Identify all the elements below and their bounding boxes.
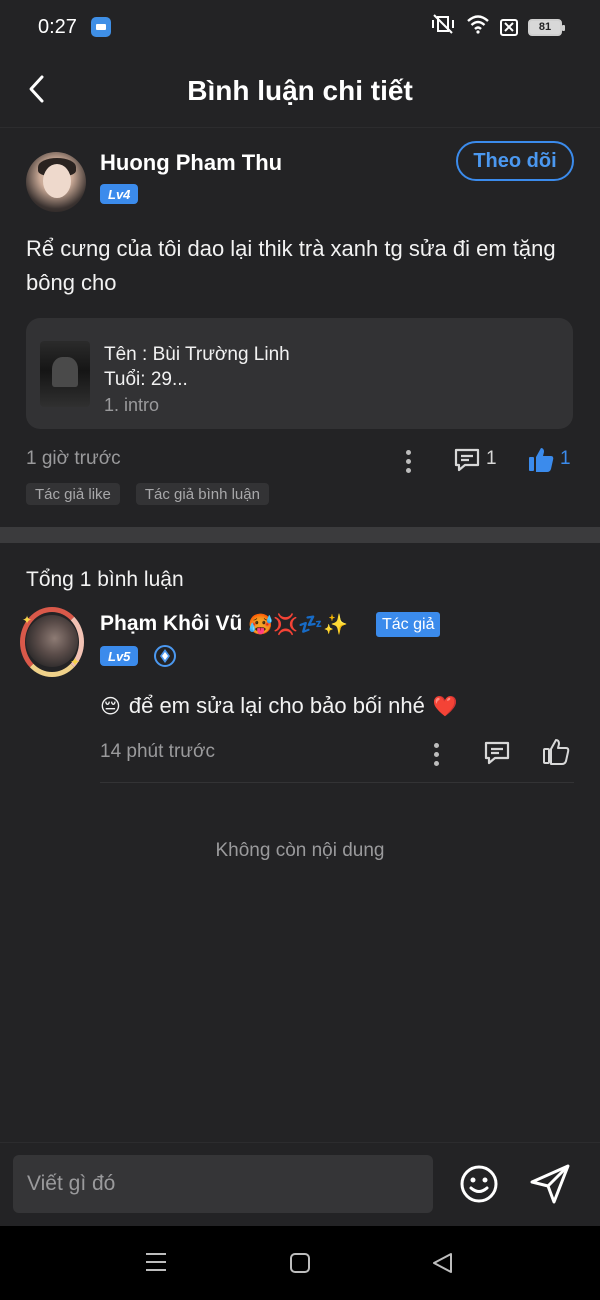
comment-input[interactable] [13, 1155, 433, 1213]
heart-emoji: ❤️ [432, 694, 458, 718]
thumbs-up-icon[interactable] [526, 445, 556, 480]
tag-author-liked: Tác giả like [26, 483, 120, 505]
reply-count: 1 [486, 448, 497, 469]
reply-icon[interactable] [453, 446, 481, 479]
book-title: Tên : Bùi Trường Linh Tuổi: 29... [104, 344, 290, 390]
reply-icon[interactable] [483, 739, 511, 772]
comment-total: Tổng 1 bình luận [26, 568, 184, 591]
back-button[interactable] [22, 74, 52, 104]
comment-text: Rể cưng của tôi dao lại thik trà xanh tg… [26, 236, 556, 295]
page-title: Bình luận chi tiết [187, 74, 413, 106]
status-bar: 0:27 81 [0, 0, 600, 54]
end-of-content: Không còn nội dung [215, 840, 385, 861]
novel-toon-app-icon [90, 17, 111, 37]
reply-author-name[interactable]: Phạm Khôi Vũ 🥵💢💤✨ [100, 612, 348, 636]
name-emojis: 🥵💢💤✨ [248, 612, 348, 636]
diamond-badge-icon [154, 645, 176, 667]
reply-text: 😔 để em sửa lại cho bảo bối nhé ❤️ [100, 693, 458, 719]
page-header: Bình luận chi tiết [0, 54, 600, 128]
comment-meta: 1 giờ trước 1 1 [26, 446, 574, 476]
send-icon[interactable] [528, 1162, 572, 1211]
book-cover [40, 341, 90, 407]
battery-icon: 81 [528, 18, 565, 36]
timestamp: 1 giờ trước [26, 448, 121, 469]
level-badge: Lv4 [100, 184, 139, 204]
home-icon[interactable] [289, 1253, 311, 1278]
follow-button[interactable]: Theo dõi [456, 141, 574, 181]
back-nav-icon[interactable] [431, 1252, 455, 1279]
no-sim-icon [500, 18, 518, 36]
more-options-icon[interactable] [398, 448, 418, 474]
mute-vibrate-icon [430, 13, 456, 41]
pensive-emoji: 😔 [100, 694, 121, 718]
section-divider [0, 527, 600, 543]
tag-list: Tác giả like Tác giả bình luận [26, 483, 269, 505]
comment-input-bar [0, 1142, 600, 1226]
divider [100, 782, 574, 783]
emoji-icon[interactable] [459, 1164, 499, 1209]
avatar[interactable] [26, 152, 86, 212]
level-badge: Lv5 [100, 646, 139, 666]
chevron-left-icon [29, 75, 44, 103]
system-nav-bar [0, 1226, 600, 1300]
more-options-icon[interactable] [426, 741, 446, 767]
book-chapter: 1. intro [104, 395, 160, 415]
like-count: 1 [560, 448, 571, 469]
avatar[interactable]: ✦ ✦ [20, 607, 84, 679]
author-tag: Tác giả [376, 612, 441, 637]
status-time: 0:27 [38, 15, 77, 38]
tag-author-commented: Tác giả bình luận [135, 483, 269, 505]
reply-author-name-text: Phạm Khôi Vũ [100, 612, 243, 635]
wifi-icon [466, 14, 490, 40]
reply-meta: 14 phút trước [100, 739, 574, 769]
battery-level: 81 [538, 21, 552, 33]
reply-text-body: để em sửa lại cho bảo bối nhé [128, 693, 425, 718]
thumbs-up-icon[interactable] [541, 737, 571, 772]
timestamp: 14 phút trước [100, 741, 215, 762]
author-name[interactable]: Huong Pham Thu [100, 150, 282, 176]
book-card[interactable]: Tên : Bùi Trường Linh Tuổi: 29... 1. int… [26, 318, 573, 429]
menu-icon[interactable] [144, 1251, 168, 1278]
comment-author-row: Huong Pham Thu Lv4 Theo dõi [26, 141, 574, 214]
